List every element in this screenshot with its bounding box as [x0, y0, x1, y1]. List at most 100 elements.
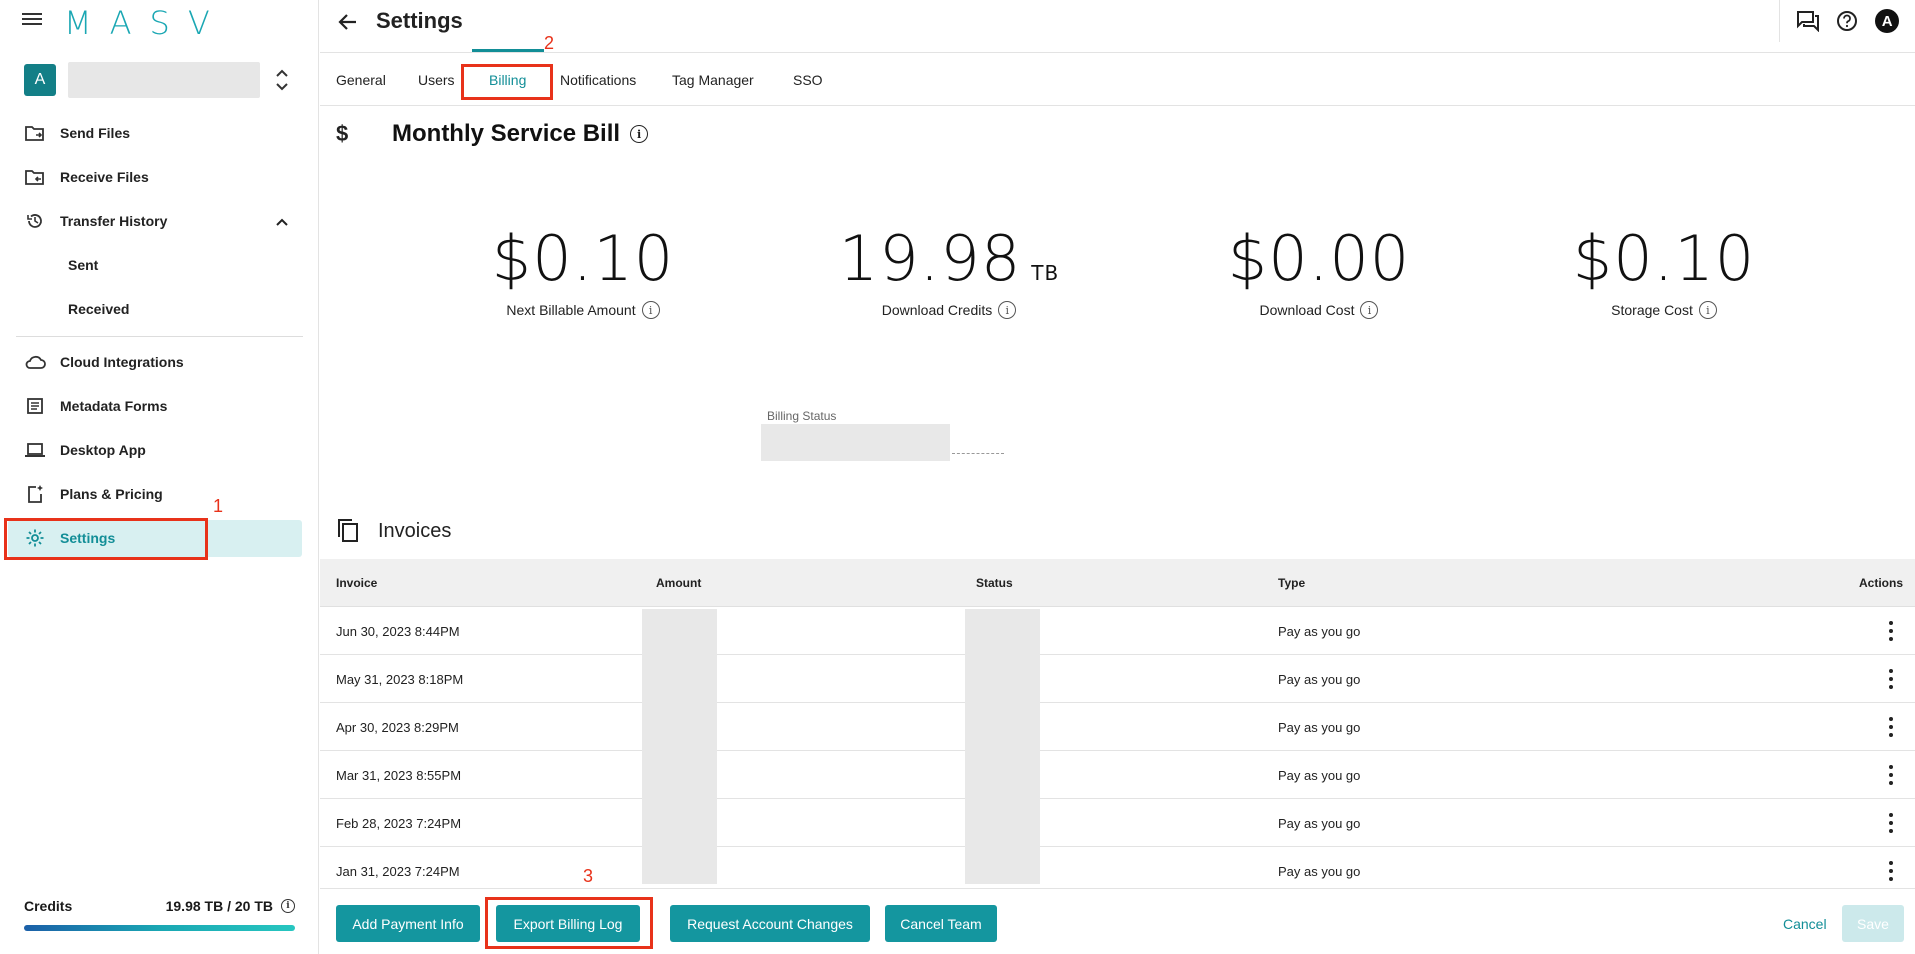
menu-icon[interactable]	[22, 10, 42, 30]
sidebar-item-label: Transfer History	[60, 213, 168, 229]
stat-label: Download Credits	[881, 302, 993, 318]
sidebar-item-desktop-app[interactable]: Desktop App	[24, 430, 146, 470]
tab-tag-manager[interactable]: Tag Manager	[672, 54, 754, 106]
invoice-date: Mar 31, 2023 8:55PM	[336, 767, 462, 783]
team-selector[interactable]: A	[24, 62, 296, 98]
invoice-date: Jun 30, 2023 8:44PM	[336, 623, 460, 639]
stat-storage-cost: $0.10 Storage Cost i	[1514, 222, 1814, 319]
stat-value: 19.98	[838, 222, 1022, 295]
column-header-amount[interactable]: Amount	[656, 559, 701, 607]
sidebar-item-label: Plans & Pricing	[60, 486, 163, 502]
request-account-changes-button[interactable]: Request Account Changes	[670, 905, 870, 942]
user-avatar[interactable]: A	[1874, 8, 1900, 34]
sidebar-item-sent[interactable]: Sent	[68, 245, 98, 285]
cancel-button[interactable]: Cancel	[1783, 905, 1827, 942]
add-payment-info-button[interactable]: Add Payment Info	[336, 905, 480, 942]
sidebar-item-plans-pricing[interactable]: Plans & Pricing	[24, 474, 163, 514]
sidebar: MASV A Send Files Receive Files Transfer…	[0, 0, 319, 954]
more-vert-icon[interactable]	[1889, 621, 1895, 641]
team-avatar: A	[24, 64, 56, 96]
stat-download-cost: $0.00 Download Cost i	[1169, 222, 1469, 319]
invoice-type: Pay as you go	[1278, 719, 1361, 735]
invoice-date: May 31, 2023 8:18PM	[336, 671, 464, 687]
table-row[interactable]: Mar 31, 2023 8:55PM Pay as you go	[320, 751, 1915, 799]
settings-tabs: General Users Billing Notifications Tag …	[320, 54, 1915, 106]
info-icon[interactable]: i	[641, 301, 660, 319]
invoice-type: Pay as you go	[1278, 671, 1361, 687]
more-vert-icon[interactable]	[1889, 717, 1895, 737]
save-button[interactable]: Save	[1842, 905, 1904, 942]
invoice-type: Pay as you go	[1278, 767, 1361, 783]
back-arrow-icon[interactable]	[336, 10, 360, 34]
stat-value: $0.10	[1572, 222, 1756, 295]
info-icon[interactable]: i	[1360, 301, 1379, 319]
chevron-up-icon[interactable]	[274, 214, 290, 230]
page-title: Settings	[376, 8, 463, 33]
annotation-box-3	[485, 897, 653, 949]
more-vert-icon[interactable]	[1889, 765, 1895, 785]
annotation-box-2	[461, 64, 553, 100]
invoice-date: Feb 28, 2023 7:24PM	[336, 815, 462, 831]
column-header-status[interactable]: Status	[976, 559, 1013, 607]
info-icon[interactable]: i	[1698, 301, 1717, 319]
sidebar-item-cloud-integrations[interactable]: Cloud Integrations	[24, 342, 184, 382]
more-vert-icon[interactable]	[1889, 669, 1895, 689]
masv-logo[interactable]: MASV	[64, 4, 228, 42]
tab-sso[interactable]: SSO	[793, 54, 823, 106]
invoices-title: Invoices	[378, 519, 452, 542]
sidebar-item-label: Metadata Forms	[60, 398, 168, 414]
invoice-type: Pay as you go	[1278, 623, 1361, 639]
more-vert-icon[interactable]	[1889, 861, 1895, 881]
invoice-type: Pay as you go	[1278, 815, 1361, 831]
stat-unit: TB	[1031, 261, 1060, 285]
amount-column-redacted	[642, 609, 717, 884]
credits-progress-bar	[24, 925, 295, 931]
sidebar-item-received[interactable]: Received	[68, 289, 129, 329]
sidebar-divider	[16, 336, 303, 337]
form-icon	[24, 396, 46, 416]
billing-status-underline	[952, 453, 1004, 454]
billing-status-label: Billing Status	[767, 409, 837, 423]
stat-value: $0.10	[491, 222, 675, 295]
status-column-redacted	[965, 609, 1040, 884]
tab-notifications[interactable]: Notifications	[560, 54, 636, 106]
send-folder-icon	[24, 123, 46, 143]
sidebar-item-label: Cloud Integrations	[60, 354, 184, 370]
info-icon[interactable]: i	[630, 125, 649, 143]
credits-value: 19.98 TB / 20 TB	[165, 898, 273, 914]
cancel-team-button[interactable]: Cancel Team	[885, 905, 997, 942]
tab-active-indicator	[472, 49, 544, 52]
billing-status-field[interactable]	[761, 424, 950, 461]
table-row[interactable]: Feb 28, 2023 7:24PM Pay as you go	[320, 799, 1915, 847]
sidebar-item-transfer-history[interactable]: Transfer History	[24, 201, 167, 241]
invoices-heading: Invoices	[336, 518, 451, 544]
credits-label: Credits	[24, 898, 73, 914]
table-row[interactable]: Jun 30, 2023 8:44PM Pay as you go	[320, 607, 1915, 655]
unfold-icon[interactable]	[274, 66, 290, 94]
help-icon[interactable]	[1834, 8, 1860, 34]
annotation-number-3: 3	[583, 866, 594, 886]
invoices-table: Invoice Amount Status Type Actions Jun 3…	[320, 559, 1915, 895]
sidebar-item-receive-files[interactable]: Receive Files	[24, 157, 149, 197]
table-row[interactable]: May 31, 2023 8:18PM Pay as you go	[320, 655, 1915, 703]
stat-next-billable-amount: $0.10 Next Billable Amount i	[433, 222, 733, 319]
sidebar-item-label: Send Files	[60, 125, 131, 141]
team-name-redacted	[68, 62, 260, 98]
tab-users[interactable]: Users	[418, 54, 455, 106]
table-row[interactable]: Apr 30, 2023 8:29PM Pay as you go	[320, 703, 1915, 751]
column-header-invoice[interactable]: Invoice	[336, 559, 377, 607]
monthly-bill-heading: $ Monthly Service Bill i	[336, 120, 649, 148]
annotation-box-1	[4, 518, 208, 560]
more-vert-icon[interactable]	[1889, 813, 1895, 833]
credits-summary: Credits 19.98 TB / 20 TB i	[24, 898, 295, 914]
column-header-type[interactable]: Type	[1278, 559, 1305, 607]
info-icon[interactable]: i	[281, 899, 295, 913]
sidebar-item-send-files[interactable]: Send Files	[24, 113, 130, 153]
sidebar-item-metadata-forms[interactable]: Metadata Forms	[24, 386, 167, 426]
chat-icon[interactable]	[1795, 8, 1821, 34]
invoice-date: Apr 30, 2023 8:29PM	[336, 719, 459, 735]
tab-general[interactable]: General	[336, 54, 386, 106]
page-header: Settings A	[320, 0, 1915, 53]
info-icon[interactable]: i	[998, 301, 1017, 319]
plans-icon	[24, 484, 46, 504]
